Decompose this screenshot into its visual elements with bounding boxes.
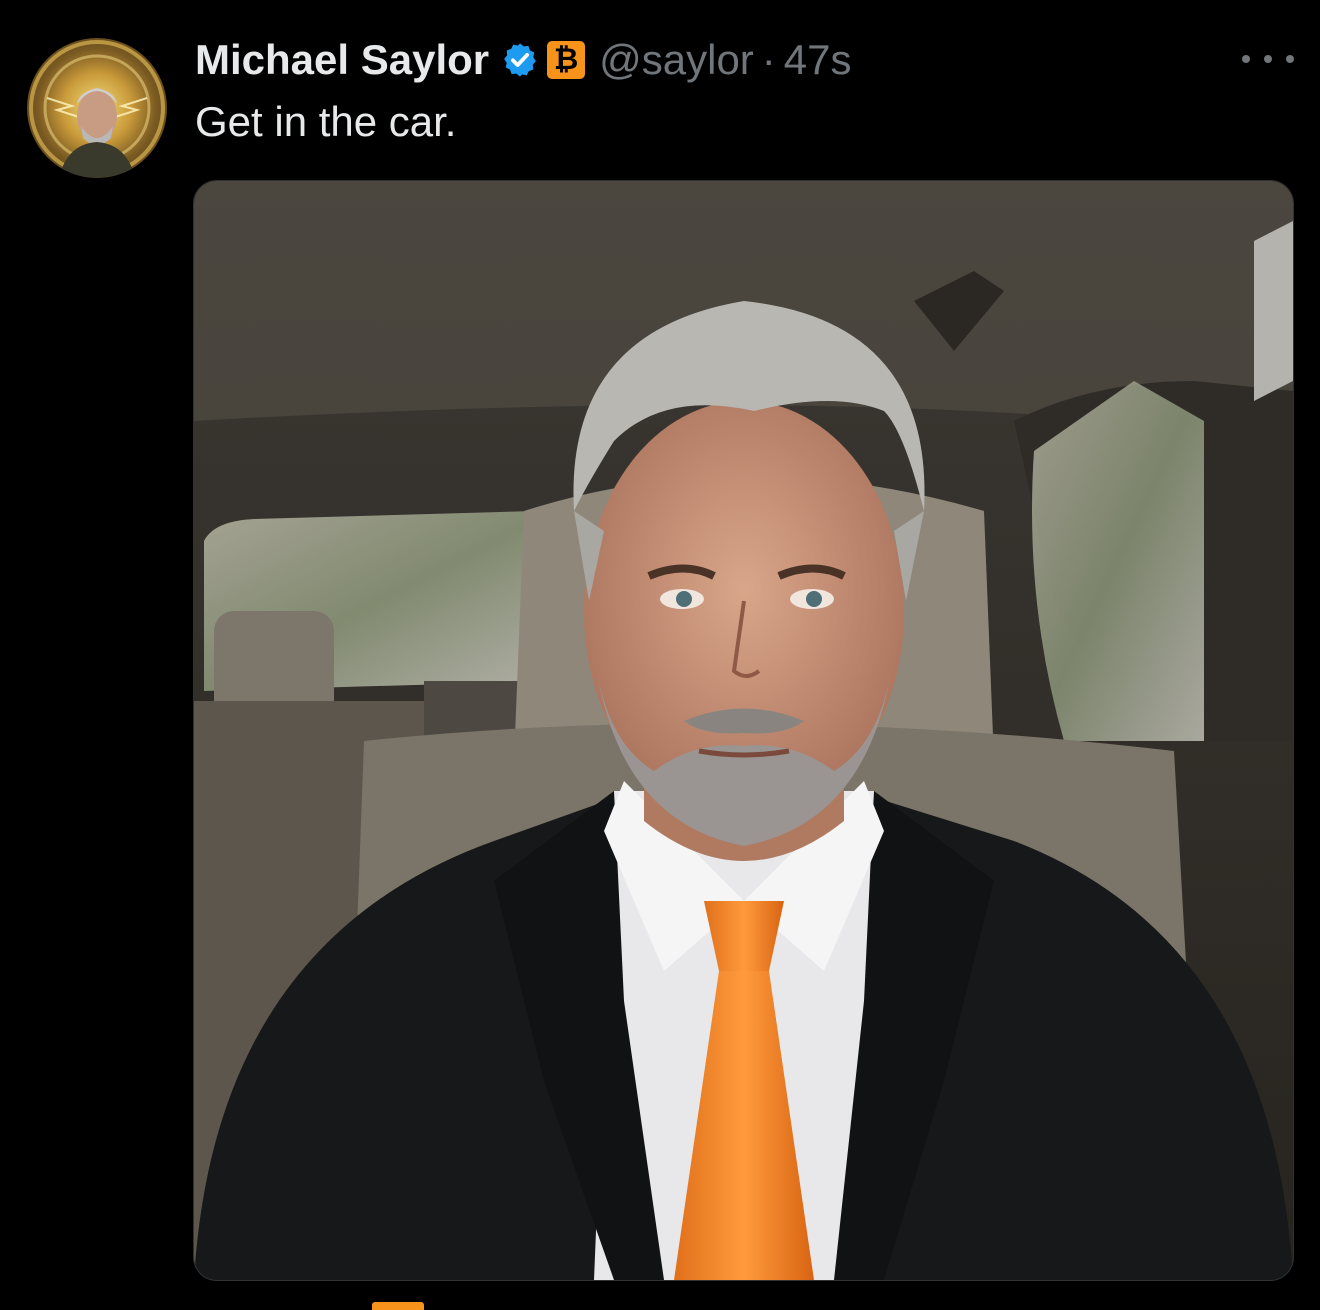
- separator-dot: ·: [761, 36, 776, 83]
- tweet-timestamp[interactable]: 47s: [784, 36, 852, 84]
- tweet-text: Get in the car.: [195, 98, 457, 145]
- verified-badge-icon: [504, 43, 536, 77]
- next-item-hint: [372, 1302, 424, 1310]
- author-name[interactable]: Michael Saylor: [195, 36, 489, 84]
- more-options-icon[interactable]: [1242, 44, 1294, 74]
- bitcoin-badge-icon: ₿: [547, 41, 586, 79]
- author-handle[interactable]: @saylor: [599, 36, 754, 84]
- tweet-header: Michael Saylor ₿ @saylor · 47s: [195, 34, 852, 86]
- tweet-media-image[interactable]: [193, 180, 1294, 1281]
- author-avatar[interactable]: [27, 38, 167, 178]
